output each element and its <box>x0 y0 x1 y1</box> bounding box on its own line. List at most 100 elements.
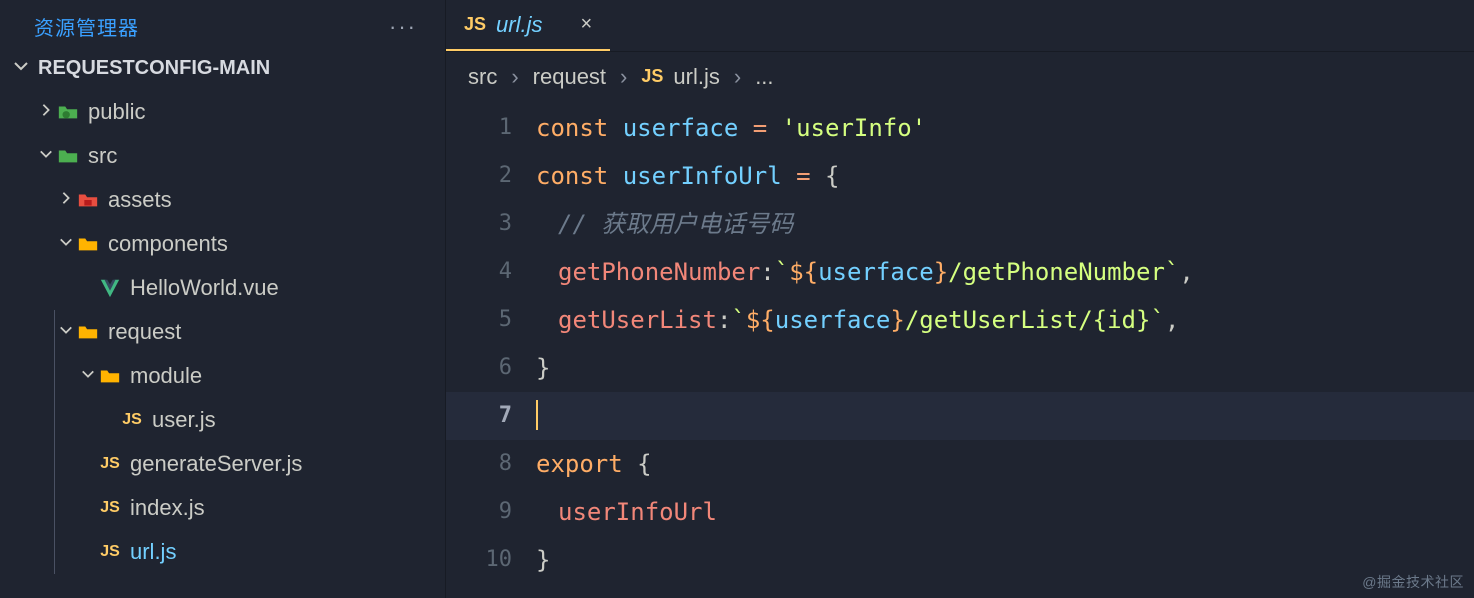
js-icon: JS <box>464 14 486 35</box>
tree-guide <box>54 530 55 574</box>
tree-folder-src[interactable]: src <box>0 134 445 178</box>
sidebar-header: 资源管理器 ··· <box>0 0 445 51</box>
chevron-down-icon <box>78 367 98 386</box>
tree-label: request <box>100 319 181 345</box>
code-content: // 获取用户电话号码 <box>536 200 1474 248</box>
watermark: @掘金技术社区 <box>1362 572 1464 592</box>
code-line-current[interactable]: 7 <box>446 392 1474 440</box>
chevron-right-icon <box>56 191 76 210</box>
tree-label: generateServer.js <box>122 451 302 477</box>
folder-open-icon <box>76 320 100 344</box>
tree-label: module <box>122 363 202 389</box>
tree-label: public <box>80 99 145 125</box>
breadcrumb-item[interactable]: url.js <box>673 64 719 90</box>
project-header[interactable]: REQUESTCONFIG-MAIN <box>0 51 445 88</box>
folder-public-icon <box>56 100 80 124</box>
tree-guide <box>54 486 55 530</box>
tree-folder-components[interactable]: components <box>0 222 445 266</box>
editor-tabs: JS url.js × <box>446 0 1474 52</box>
breadcrumb-item[interactable]: request <box>533 64 606 90</box>
breadcrumb[interactable]: src › request › JS url.js › ... <box>446 52 1474 102</box>
code-line[interactable]: 8 export { <box>446 440 1474 488</box>
tree-file-hello[interactable]: HelloWorld.vue <box>0 266 445 310</box>
code-content: getPhoneNumber:`${userface}/getPhoneNumb… <box>536 248 1474 296</box>
folder-assets-icon <box>76 188 100 212</box>
tree-label: index.js <box>122 495 205 521</box>
line-number: 6 <box>446 344 536 392</box>
chevron-down-icon <box>10 57 32 80</box>
explorer-title: 资源管理器 <box>34 12 139 41</box>
tree-label: components <box>100 231 228 257</box>
tree-folder-public[interactable]: public <box>0 90 445 134</box>
js-icon: JS <box>98 540 122 564</box>
tree-file-index-js[interactable]: JS index.js <box>0 486 445 530</box>
code-line[interactable]: 4 getPhoneNumber:`${userface}/getPhoneNu… <box>446 248 1474 296</box>
tree-guide <box>54 398 55 442</box>
folder-src-icon <box>56 144 80 168</box>
line-number: 7 <box>446 392 536 440</box>
code-content: getUserList:`${userface}/getUserList/{id… <box>536 296 1474 344</box>
explorer-sidebar: 资源管理器 ··· REQUESTCONFIG-MAIN public <box>0 0 446 598</box>
chevron-right-icon <box>36 103 56 122</box>
chevron-down-icon <box>36 147 56 166</box>
tree-guide <box>54 442 55 486</box>
chevron-right-icon: › <box>616 64 631 90</box>
vue-icon <box>98 276 122 300</box>
js-icon: JS <box>98 452 122 476</box>
tree-label: src <box>80 143 117 169</box>
chevron-right-icon: › <box>730 64 745 90</box>
line-number: 9 <box>446 488 536 536</box>
line-number: 8 <box>446 440 536 488</box>
code-line[interactable]: 5 getUserList:`${userface}/getUserList/{… <box>446 296 1474 344</box>
tree-file-user-js[interactable]: JS user.js <box>0 398 445 442</box>
tree-folder-request[interactable]: request <box>0 310 445 354</box>
line-number: 4 <box>446 248 536 296</box>
more-icon[interactable]: ··· <box>389 14 425 40</box>
folder-components-icon <box>76 232 100 256</box>
code-line[interactable]: 9 userInfoUrl <box>446 488 1474 536</box>
tree-label: url.js <box>122 539 176 565</box>
editor-column: JS url.js × src › request › JS url.js › … <box>446 0 1474 598</box>
code-editor[interactable]: 1 const userface = 'userInfo' 2 const us… <box>446 102 1474 598</box>
line-number: 2 <box>446 152 536 200</box>
tree-folder-assets[interactable]: assets <box>0 178 445 222</box>
js-icon: JS <box>641 66 663 87</box>
code-line[interactable]: 10 } <box>446 536 1474 584</box>
code-content: export { <box>536 440 1474 488</box>
code-content: } <box>536 536 1474 584</box>
chevron-right-icon: › <box>507 64 522 90</box>
code-line[interactable]: 2 const userInfoUrl = { <box>446 152 1474 200</box>
code-content: userInfoUrl <box>536 488 1474 536</box>
tree-file-gen-server[interactable]: JS generateServer.js <box>0 442 445 486</box>
tree-label: HelloWorld.vue <box>122 275 279 301</box>
line-number: 10 <box>446 536 536 584</box>
js-icon: JS <box>120 408 144 432</box>
code-content: const userface = 'userInfo' <box>536 104 1474 152</box>
breadcrumb-tail[interactable]: ... <box>755 64 773 90</box>
file-tree: public src assets <box>0 88 445 574</box>
tree-folder-module[interactable]: module <box>0 354 445 398</box>
line-number: 5 <box>446 296 536 344</box>
folder-open-icon <box>98 364 122 388</box>
tree-guide <box>54 310 55 354</box>
project-name: REQUESTCONFIG-MAIN <box>32 57 270 80</box>
text-cursor <box>536 400 538 430</box>
tree-label: user.js <box>144 407 216 433</box>
chevron-down-icon <box>56 323 76 342</box>
tab-url-js[interactable]: JS url.js × <box>446 0 610 51</box>
line-number: 3 <box>446 200 536 248</box>
code-line[interactable]: 1 const userface = 'userInfo' <box>446 104 1474 152</box>
js-icon: JS <box>98 496 122 520</box>
close-icon[interactable]: × <box>552 13 592 36</box>
app-root: 资源管理器 ··· REQUESTCONFIG-MAIN public <box>0 0 1474 598</box>
line-number: 1 <box>446 104 536 152</box>
tree-file-url-js[interactable]: JS url.js <box>0 530 445 574</box>
tab-label: url.js <box>496 12 542 38</box>
code-content: } <box>536 344 1474 392</box>
tree-guide <box>54 354 55 398</box>
chevron-down-icon <box>56 235 76 254</box>
code-content <box>536 392 1474 440</box>
breadcrumb-item[interactable]: src <box>468 64 497 90</box>
code-line[interactable]: 3 // 获取用户电话号码 <box>446 200 1474 248</box>
code-line[interactable]: 6 } <box>446 344 1474 392</box>
